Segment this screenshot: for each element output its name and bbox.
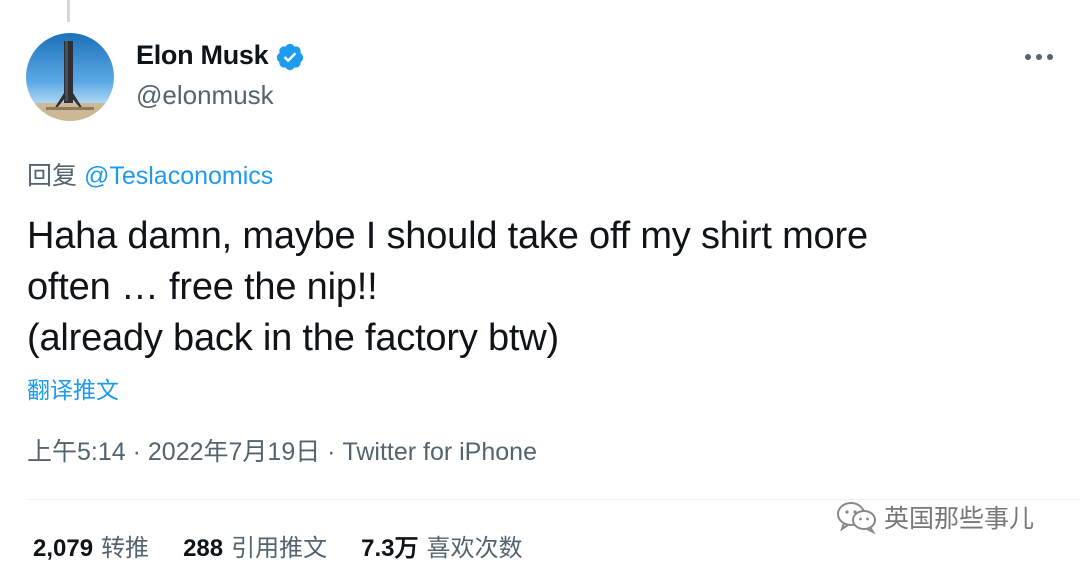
likes-label: 喜欢次数 [426,535,523,562]
author-handle[interactable]: @elonmusk [136,80,274,111]
reply-prefix: 回复 [27,162,78,190]
translate-tweet-link[interactable]: 翻译推文 [27,371,119,405]
thread-connector-line [67,0,70,22]
quotes-stat[interactable]: 288 引用推文 [183,528,327,563]
reply-context: 回复 @Teslaconomics [27,156,273,192]
watermark: 英国那些事儿 [836,499,1034,535]
quotes-label: 引用推文 [231,535,328,562]
retweets-count: 2,079 [33,535,94,562]
tweet-source[interactable]: Twitter for iPhone [342,438,537,466]
tweet-text: Haha damn, maybe I should take off my sh… [27,211,1057,364]
meta-separator: · [320,438,343,466]
watermark-text: 英国那些事儿 [884,505,1035,533]
tweet-stats: 2,079 转推 288 引用推文 7.3万 喜欢次数 [33,528,556,563]
tweet-text-line: (already back in the factory btw) [27,317,559,359]
retweets-stat[interactable]: 2,079 转推 [33,528,149,563]
likes-count: 7.3万 [361,535,419,562]
tweet-text-line: often … free the nip!! [27,266,378,308]
avatar[interactable] [26,33,114,121]
verified-badge-icon [275,42,305,72]
likes-stat[interactable]: 7.3万 喜欢次数 [361,528,522,563]
reply-mention-link[interactable]: @Teslaconomics [84,162,273,190]
wechat-logo-icon [837,502,876,534]
quotes-count: 288 [183,535,224,562]
more-options-icon[interactable] [1022,43,1056,71]
retweets-label: 转推 [101,535,150,562]
tweet-time[interactable]: 上午5:14 [27,438,126,466]
tweet-date[interactable]: 2022年7月19日 [148,438,320,466]
tweet-meta: 上午5:14 · 2022年7月19日 · Twitter for iPhone [27,432,537,468]
meta-separator: · [125,438,148,466]
tweet-text-line: Haha damn, maybe I should take off my sh… [27,215,868,257]
author-display-name[interactable]: Elon Musk [136,40,269,71]
